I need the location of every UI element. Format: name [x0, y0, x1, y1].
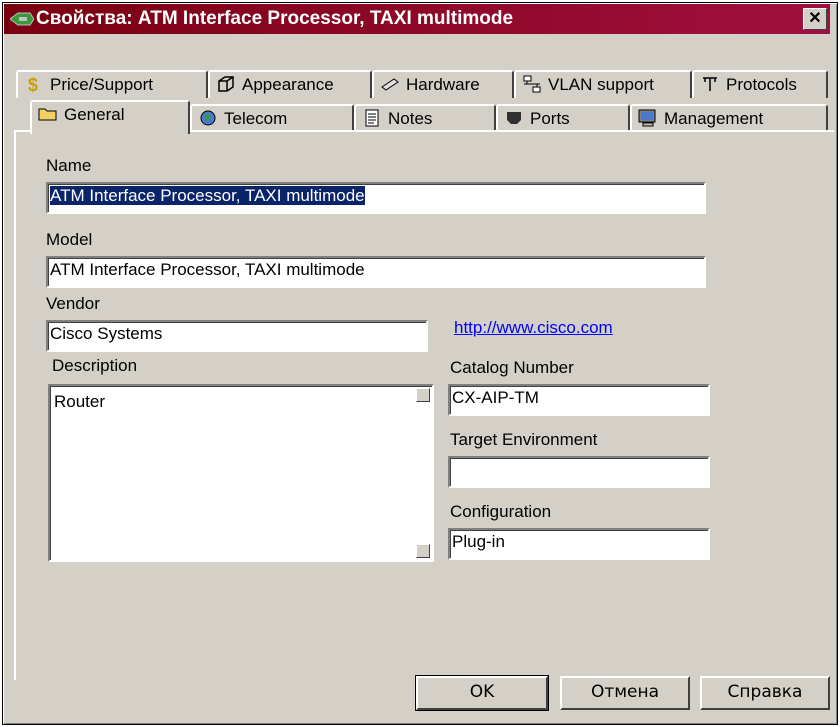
dollar-icon: $: [28, 75, 38, 93]
name-field[interactable]: ATM Interface Processor, TAXI multimode: [46, 182, 706, 214]
scroll-up-button[interactable]: [416, 388, 430, 402]
network-icon: [523, 75, 541, 93]
tab-price-support[interactable]: $ Price/Support: [16, 70, 208, 98]
vendor-label: Vendor: [46, 294, 100, 313]
tab-notes[interactable]: Notes: [354, 104, 496, 132]
target-environment-field[interactable]: [448, 456, 710, 488]
model-field[interactable]: ATM Interface Processor, TAXI multimode: [46, 256, 706, 288]
vendor-website-link[interactable]: http://www.cisco.com: [454, 318, 613, 338]
device-icon: [10, 12, 34, 26]
notes-icon: [365, 109, 379, 127]
close-button[interactable]: ✕: [803, 8, 827, 30]
globe-icon: [200, 110, 216, 126]
cancel-button[interactable]: Отмена: [560, 676, 690, 710]
protocol-icon: [703, 76, 717, 91]
monitor-icon: [638, 109, 656, 127]
tab-management[interactable]: Management: [630, 104, 828, 132]
configuration-label: Configuration: [450, 502, 552, 521]
tab-general[interactable]: General: [30, 100, 190, 134]
target-environment-label: Target Environment: [450, 430, 598, 449]
description-field[interactable]: Router: [48, 384, 434, 562]
help-button[interactable]: Справка: [700, 676, 830, 710]
name-label: Name: [46, 156, 92, 175]
svg-text:$: $: [28, 75, 38, 93]
cube-icon: [218, 75, 234, 92]
catalog-number-label: Catalog Number: [450, 358, 574, 377]
model-label: Model: [46, 230, 93, 249]
tab-appearance[interactable]: Appearance: [208, 70, 372, 98]
tab-vlan-support[interactable]: VLAN support: [514, 70, 692, 98]
configuration-field[interactable]: Plug-in: [448, 528, 710, 560]
port-icon: [507, 111, 521, 124]
description-label: Description: [52, 356, 138, 375]
tab-protocols[interactable]: Protocols: [692, 70, 828, 98]
tab-ports[interactable]: Ports: [496, 104, 630, 132]
title-bar[interactable]: Свойства: ATM Interface Processor, TAXI …: [4, 4, 830, 34]
vendor-field[interactable]: Cisco Systems: [46, 320, 428, 352]
tab-telecom[interactable]: Telecom: [190, 104, 354, 132]
tab-hardware[interactable]: Hardware: [372, 70, 514, 98]
ok-button[interactable]: OK: [415, 675, 549, 711]
scroll-down-button[interactable]: [416, 544, 430, 558]
folder-icon: [38, 108, 57, 121]
catalog-number-field[interactable]: CX-AIP-TM: [448, 384, 710, 416]
window-title: Свойства: ATM Interface Processor, TAXI …: [36, 8, 514, 29]
chip-icon: [381, 77, 399, 91]
